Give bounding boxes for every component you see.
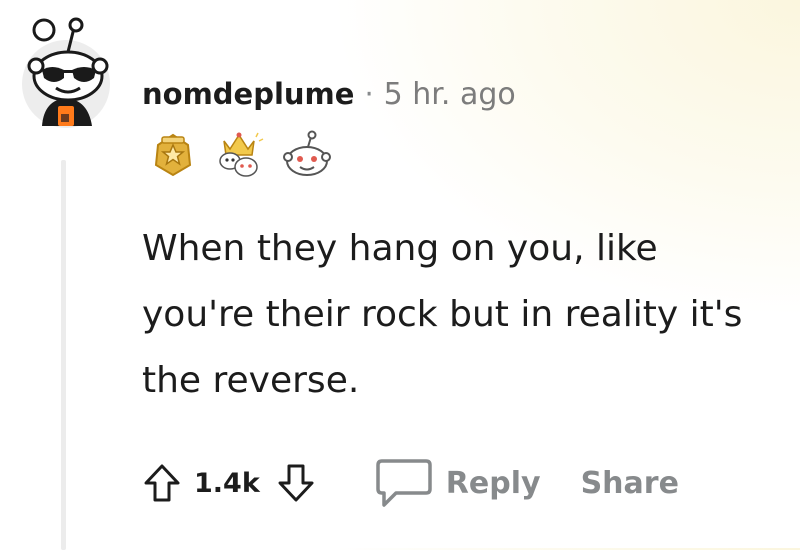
user-avatar[interactable] (18, 14, 118, 138)
share-button[interactable]: Share (581, 466, 679, 501)
timestamp[interactable]: 5 hr. ago (384, 77, 516, 112)
comment-meta: nomdeplume · 5 hr. ago (142, 70, 516, 118)
upvote-button[interactable] (140, 461, 184, 505)
snoo-sunglasses-avatar-icon (22, 17, 110, 128)
star-badge-award-icon[interactable] (148, 129, 198, 179)
speech-bubble-icon (376, 459, 432, 507)
downvote-arrow-icon (278, 464, 314, 502)
awards-row (148, 122, 334, 186)
snoo-face-award-icon[interactable] (280, 127, 334, 181)
downvote-button[interactable] (274, 461, 318, 505)
comment-body: When they hang on you, like you're their… (142, 228, 743, 401)
upvote-arrow-icon (144, 464, 180, 502)
vote-score: 1.4k (194, 467, 260, 499)
reply-label: Reply (445, 465, 541, 501)
comment-actions: 1.4k Reply Share (140, 452, 679, 514)
meta-separator: · (364, 77, 374, 111)
reply-button[interactable]: Reply (374, 457, 541, 509)
share-label: Share (580, 465, 679, 501)
crowned-snoo-award-icon[interactable] (212, 127, 266, 181)
thread-line[interactable] (61, 160, 66, 550)
username[interactable]: nomdeplume (142, 77, 354, 111)
